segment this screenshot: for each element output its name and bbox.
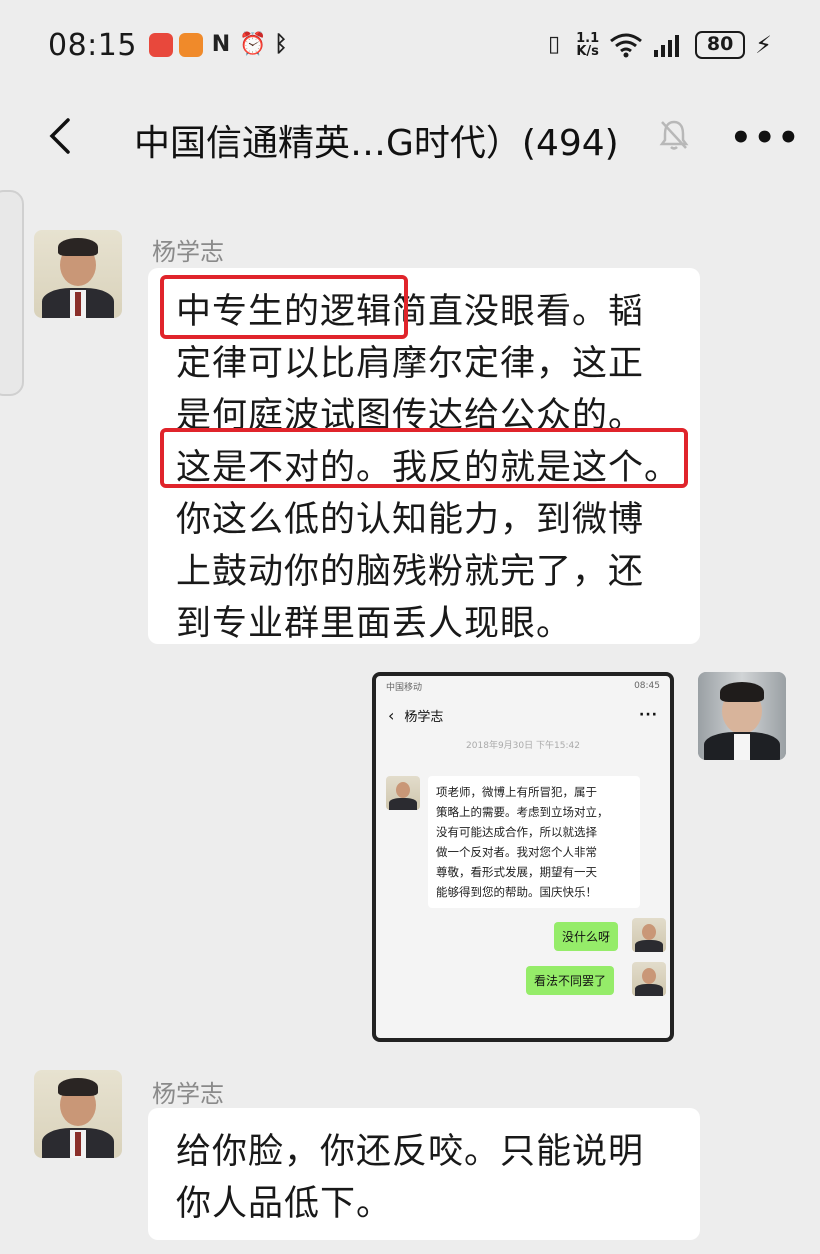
avatar xyxy=(632,918,666,952)
back-icon[interactable] xyxy=(44,116,80,156)
side-edge-handle[interactable] xyxy=(0,190,24,396)
message-line: 上鼓动你的脑残粉就完了，还 xyxy=(176,552,645,592)
chat-title: 中国信通精英…G时代）(494) xyxy=(134,123,619,164)
signal-icon xyxy=(654,35,680,57)
charging-icon: ⚡ xyxy=(755,31,772,59)
nfc-icon: N xyxy=(211,32,231,57)
status-bar: 08:15 N ⏰ ᛒ ▯ 1.1 K/s 80 ⚡ xyxy=(0,0,820,90)
message-line: 中专生的逻辑简直没眼看。韬 xyxy=(176,292,645,332)
system-icons: ▯ 1.1 K/s 80 ⚡ xyxy=(542,31,772,59)
screenshot-timestamp: 2018年9月30日 下午15:42 xyxy=(466,741,580,751)
message-bubble[interactable]: 中专生的逻辑简直没眼看。韬 定律可以比肩摩尔定律，这正 是何庭波试图传达给公众的… xyxy=(148,268,700,644)
screenshot-header: ‹ 杨学志 ··· xyxy=(376,696,670,734)
battery-indicator: 80 xyxy=(695,31,746,59)
avatar xyxy=(632,962,666,996)
screenshot-incoming-bubble: 项老师，微博上有所冒犯，属于 策略上的需要。考虑到立场对立， 没有可能达成合作，… xyxy=(428,776,640,908)
avatar xyxy=(386,776,420,810)
wifi-icon xyxy=(610,33,643,58)
message-line: 这是不对的。我反的就是这个。 xyxy=(176,448,681,488)
screenshot-image-message[interactable]: 中国移动 08:45 ‹ 杨学志 ··· 2018年9月30日 下午15:42 … xyxy=(372,672,674,1042)
mute-bell-icon xyxy=(659,120,689,150)
message-line: 到专业群里面丢人现眼。 xyxy=(176,604,573,644)
alarm-icon: ⏰ xyxy=(238,32,267,57)
chat-header: 中国信通精英…G时代）(494) ••• xyxy=(0,96,820,176)
screenshot-contact-name: 杨学志 xyxy=(404,709,444,725)
notification-icons: N ⏰ ᛒ xyxy=(148,32,293,57)
back-icon: ‹ xyxy=(388,705,395,725)
avatar[interactable] xyxy=(34,1070,122,1158)
app-notification-icon xyxy=(178,33,203,57)
sender-name: 杨学志 xyxy=(152,1080,224,1108)
my-avatar[interactable] xyxy=(698,672,786,760)
screenshot-outgoing-bubble: 看法不同罢了 xyxy=(526,966,615,995)
more-options-icon: ··· xyxy=(639,707,658,723)
vibrate-icon: ▯ xyxy=(548,32,561,57)
app-notification-icon xyxy=(148,33,173,57)
clock: 08:15 xyxy=(48,27,137,63)
message-line: 你人品低下。 xyxy=(176,1184,393,1224)
sender-name: 杨学志 xyxy=(152,238,224,266)
message-bubble[interactable]: 给你脸，你还反咬。只能说明 你人品低下。 xyxy=(148,1108,700,1240)
network-speed: 1.1 K/s xyxy=(576,31,600,59)
message-line: 定律可以比肩摩尔定律，这正 xyxy=(176,344,645,384)
screenshot-status-bar: 中国移动 08:45 xyxy=(386,681,660,693)
more-options-icon[interactable]: ••• xyxy=(730,118,801,158)
screenshot-outgoing-bubble: 没什么呀 xyxy=(554,922,619,951)
message-line: 给你脸，你还反咬。只能说明 xyxy=(176,1132,645,1172)
bluetooth-icon: ᛒ xyxy=(274,32,288,57)
message-line: 是何庭波试图传达给公众的。 xyxy=(176,396,645,436)
message-line: 你这么低的认知能力，到微博 xyxy=(176,500,645,540)
avatar[interactable] xyxy=(34,230,122,318)
